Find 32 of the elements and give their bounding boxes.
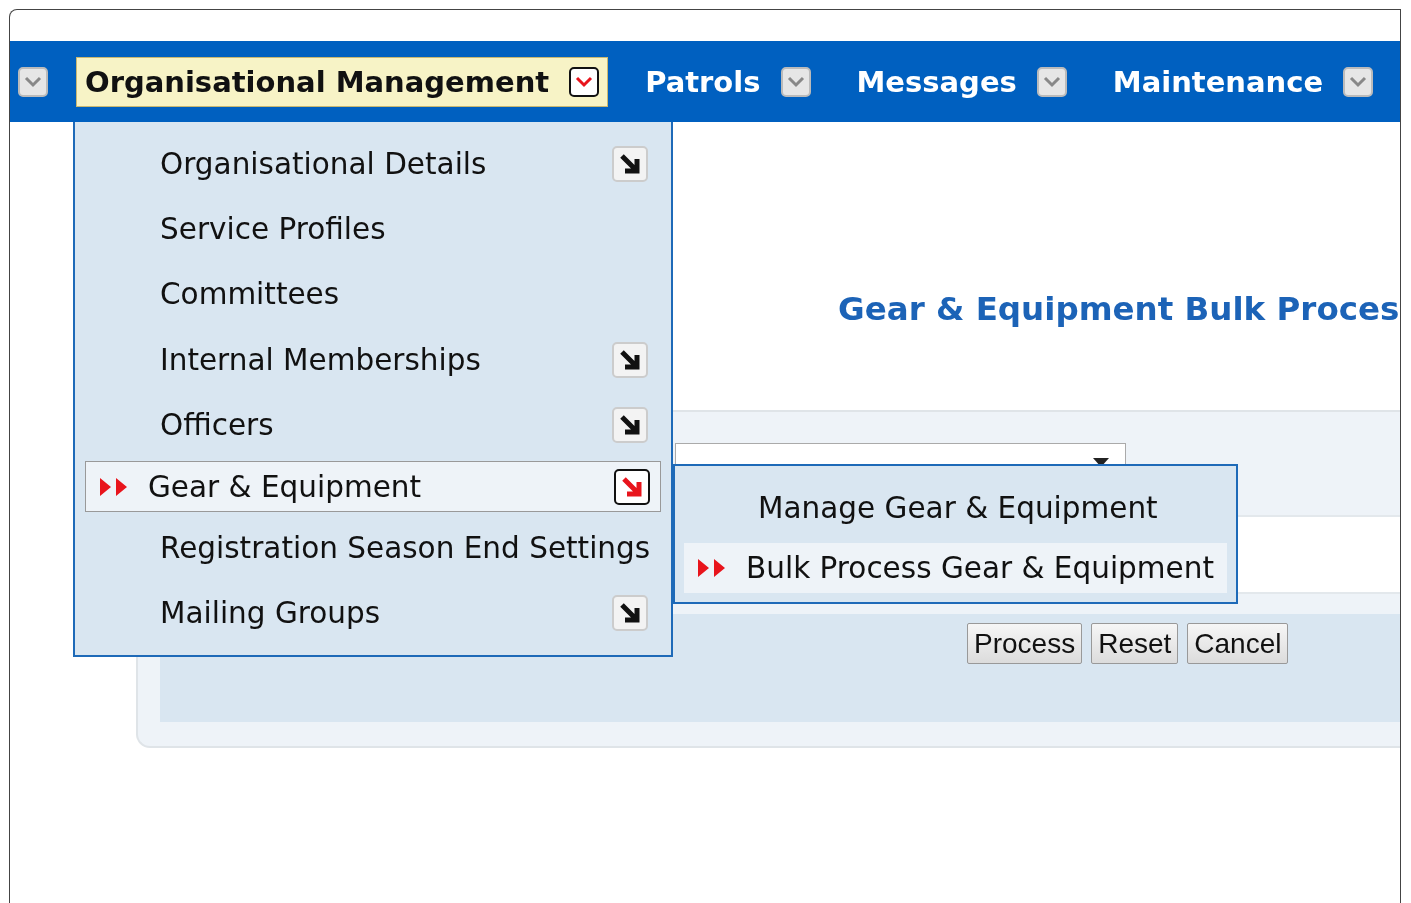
- menu-item-label: Service Profiles: [160, 212, 387, 247]
- menu-item[interactable]: Service Profiles: [85, 196, 661, 262]
- nav-menu-label: Messages: [856, 64, 1017, 99]
- nav-menu-label: Patrols: [645, 64, 761, 99]
- menu-item[interactable]: Officers: [85, 392, 661, 458]
- page-title: Gear & Equipment Bulk Proces: [838, 290, 1400, 328]
- menu-item[interactable]: Committees: [85, 261, 661, 328]
- nav-menu-item[interactable]: Patrols: [636, 56, 820, 107]
- form-button[interactable]: Process: [967, 623, 1083, 664]
- menu-item-label: Organisational Details: [160, 146, 488, 181]
- nav-menu-label: Maintenance: [1112, 64, 1324, 99]
- submenu-item[interactable]: Manage Gear & Equipment: [684, 475, 1227, 542]
- nav-menu-item[interactable]: Messages: [847, 56, 1076, 107]
- menu-item-label: Mailing Groups: [160, 596, 382, 631]
- menu-item[interactable]: Organisational Details: [85, 131, 661, 197]
- submenu-item[interactable]: Bulk Process Gear & Equipment: [684, 543, 1227, 593]
- menu-item-label: Committees: [160, 277, 341, 312]
- nav-menu-item[interactable]: Maintenance: [1103, 56, 1383, 107]
- form-button[interactable]: Cancel: [1187, 623, 1289, 664]
- nav-menu-label: Organisational Management: [85, 64, 550, 99]
- chevron-down-icon[interactable]: [569, 66, 600, 97]
- arrow-down-right-icon[interactable]: [614, 468, 650, 505]
- nav-menu-item[interactable]: Organisational Management: [76, 56, 609, 107]
- menu-item-label: Registration Season End Settings: [160, 530, 651, 565]
- menu-item-label: Officers: [160, 408, 275, 443]
- form-button[interactable]: Reset: [1091, 623, 1179, 664]
- menu-item[interactable]: Gear & Equipment: [85, 460, 661, 513]
- menu-item[interactable]: Mailing Groups: [85, 580, 661, 646]
- menu-item-label: Gear & Equipment: [148, 469, 423, 504]
- menu-item-label: Internal Memberships: [160, 342, 482, 377]
- menu-item[interactable]: Internal Memberships: [85, 327, 661, 393]
- menu-item[interactable]: Registration Season End Settings: [85, 515, 661, 581]
